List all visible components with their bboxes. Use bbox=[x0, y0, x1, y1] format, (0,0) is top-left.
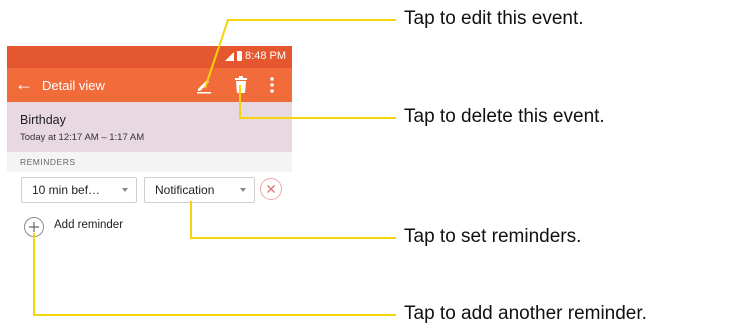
callout-lines bbox=[33, 19, 396, 316]
callout-edit: Tap to edit this event. bbox=[404, 8, 584, 29]
callout-reminders: Tap to set reminders. bbox=[404, 226, 582, 247]
callout-line-edit bbox=[204, 19, 396, 89]
callout-line-add bbox=[33, 233, 396, 316]
callout-add: Tap to add another reminder. bbox=[404, 303, 647, 324]
callout-line-reminders bbox=[190, 201, 396, 239]
callout-line-delete bbox=[239, 85, 396, 119]
callout-delete: Tap to delete this event. bbox=[404, 106, 605, 127]
